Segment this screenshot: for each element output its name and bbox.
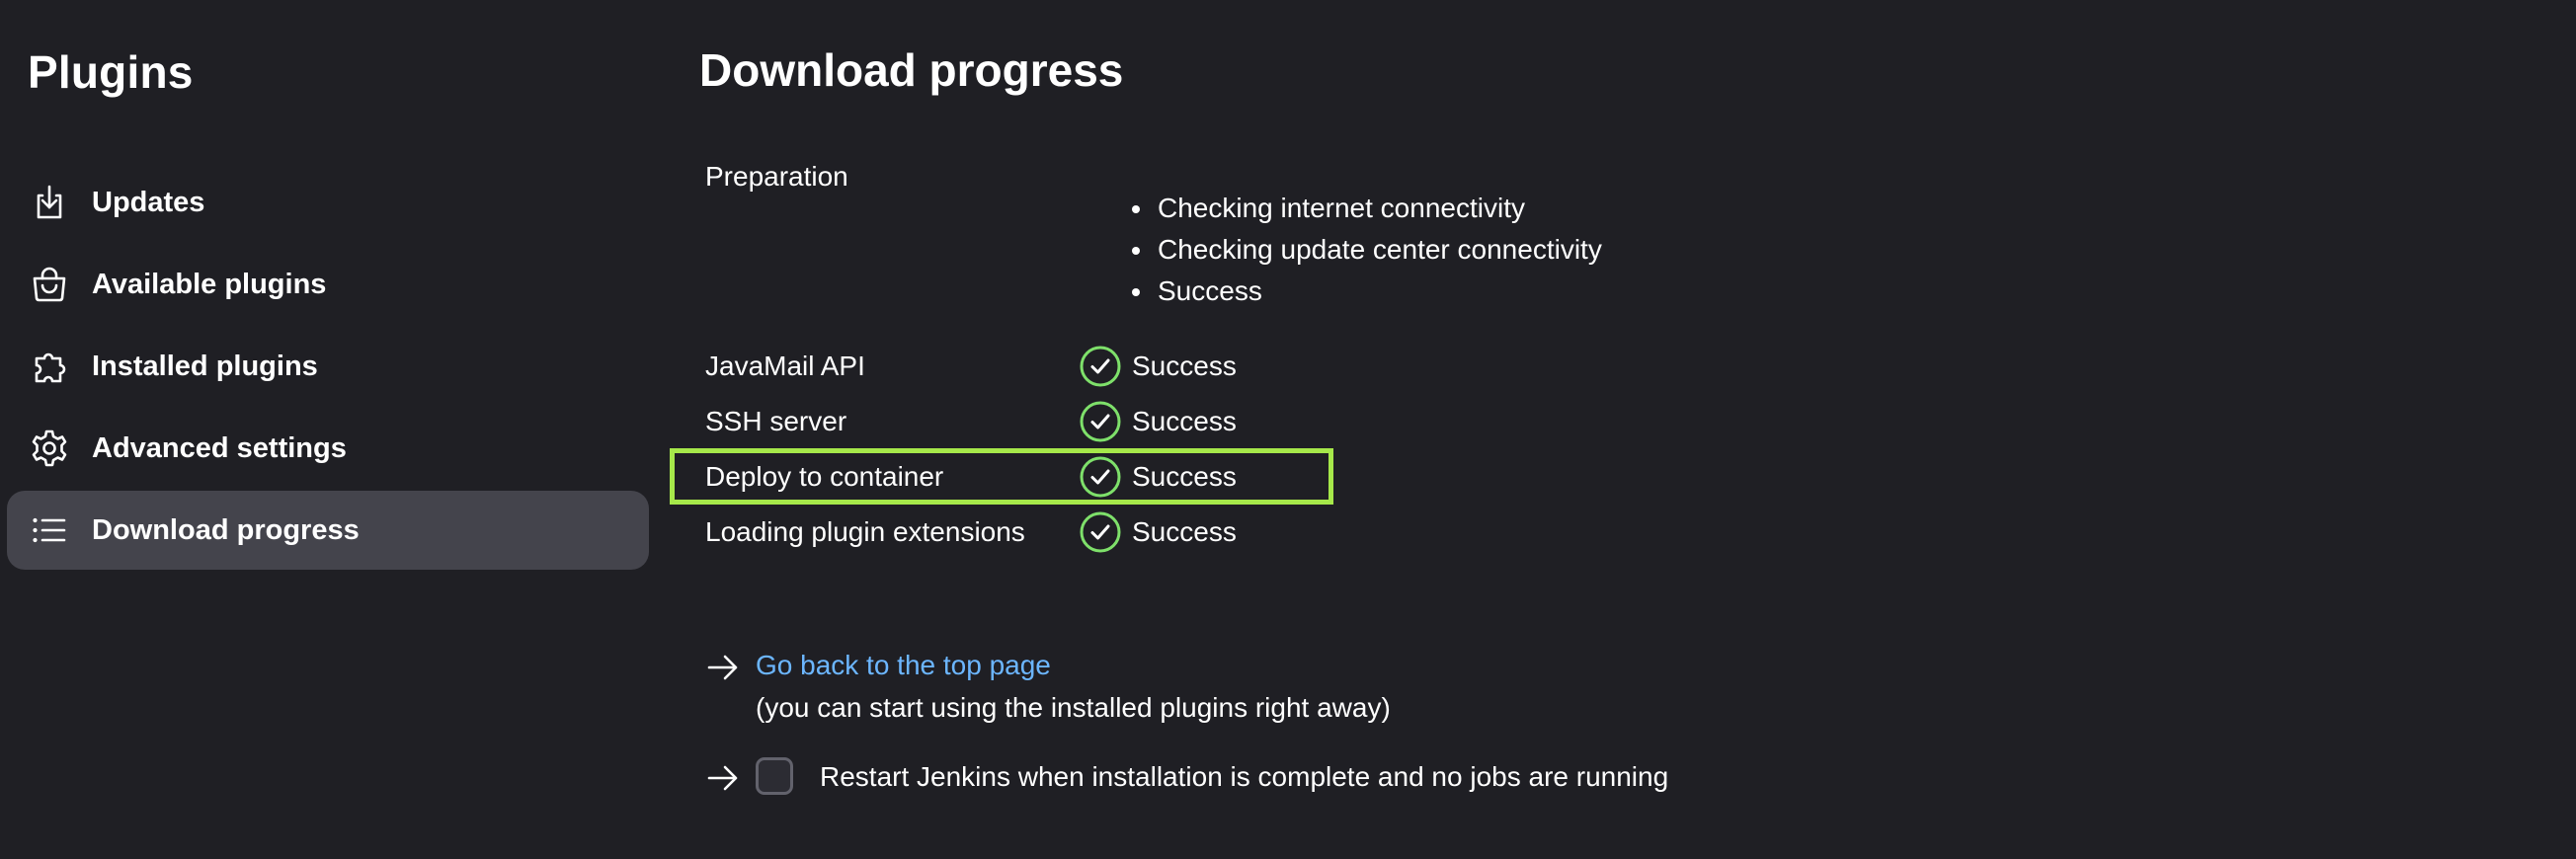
restart-checkbox[interactable] bbox=[756, 757, 793, 795]
status-text: Success bbox=[1132, 351, 1237, 381]
list-icon bbox=[29, 509, 70, 551]
sidebar-item-label: Updates bbox=[92, 186, 205, 218]
check-circle-icon bbox=[1080, 346, 1121, 387]
check-circle-icon bbox=[1080, 401, 1121, 442]
arrow-right-icon bbox=[707, 655, 738, 680]
plugin-name: SSH server bbox=[705, 406, 847, 436]
sidebar-item-label: Available plugins bbox=[92, 268, 327, 300]
sidebar: Plugins Updates Available plugins Instal… bbox=[0, 0, 662, 859]
plugin-name: JavaMail API bbox=[705, 351, 865, 381]
back-link-note: (you can start using the installed plugi… bbox=[756, 692, 1391, 723]
gear-icon bbox=[29, 428, 70, 469]
sidebar-item-available-plugins[interactable]: Available plugins bbox=[7, 245, 649, 324]
plugin-name: Loading plugin extensions bbox=[705, 516, 1025, 547]
sidebar-item-label: Advanced settings bbox=[92, 431, 347, 464]
plugin-name: Deploy to container bbox=[705, 461, 944, 492]
restart-label[interactable]: Restart Jenkins when installation is com… bbox=[820, 761, 1668, 793]
sidebar-item-label: Installed plugins bbox=[92, 350, 318, 382]
status-text: Success bbox=[1132, 461, 1237, 492]
list-item: Success bbox=[1124, 271, 1602, 312]
status-row: JavaMail API Success bbox=[705, 339, 1347, 394]
sidebar-nav: Updates Available plugins Installed plug… bbox=[7, 163, 649, 573]
shopping-bag-icon bbox=[29, 264, 70, 305]
sidebar-item-installed-plugins[interactable]: Installed plugins bbox=[7, 327, 649, 406]
status-row: SSH server Success bbox=[705, 394, 1347, 449]
sidebar-item-download-progress[interactable]: Download progress bbox=[7, 491, 649, 570]
check-circle-icon bbox=[1080, 511, 1121, 553]
page-title: Download progress bbox=[699, 44, 1124, 96]
status-row: Loading plugin extensions Success bbox=[705, 505, 1347, 560]
sidebar-title: Plugins bbox=[28, 46, 194, 98]
list-item: Checking internet connectivity bbox=[1124, 188, 1602, 229]
puzzle-icon bbox=[29, 346, 70, 387]
sidebar-item-updates[interactable]: Updates bbox=[7, 163, 649, 242]
check-circle-icon bbox=[1080, 456, 1121, 498]
status-text: Success bbox=[1132, 516, 1237, 547]
preparation-label: Preparation bbox=[705, 161, 848, 192]
preparation-steps: Checking internet connectivity Checking … bbox=[1124, 188, 1602, 312]
main-content: Download progress Preparation Checking i… bbox=[670, 0, 2536, 859]
status-text: Success bbox=[1132, 406, 1237, 436]
sidebar-item-label: Download progress bbox=[92, 513, 360, 546]
arrow-right-icon bbox=[707, 765, 738, 791]
back-to-top-link[interactable]: Go back to the top page bbox=[756, 650, 1051, 681]
status-row: Deploy to container Success bbox=[705, 449, 1347, 505]
list-item: Checking update center connectivity bbox=[1124, 229, 1602, 271]
page: Plugins Updates Available plugins Instal… bbox=[0, 0, 2576, 859]
download-icon bbox=[29, 182, 70, 223]
sidebar-item-advanced-settings[interactable]: Advanced settings bbox=[7, 409, 649, 488]
